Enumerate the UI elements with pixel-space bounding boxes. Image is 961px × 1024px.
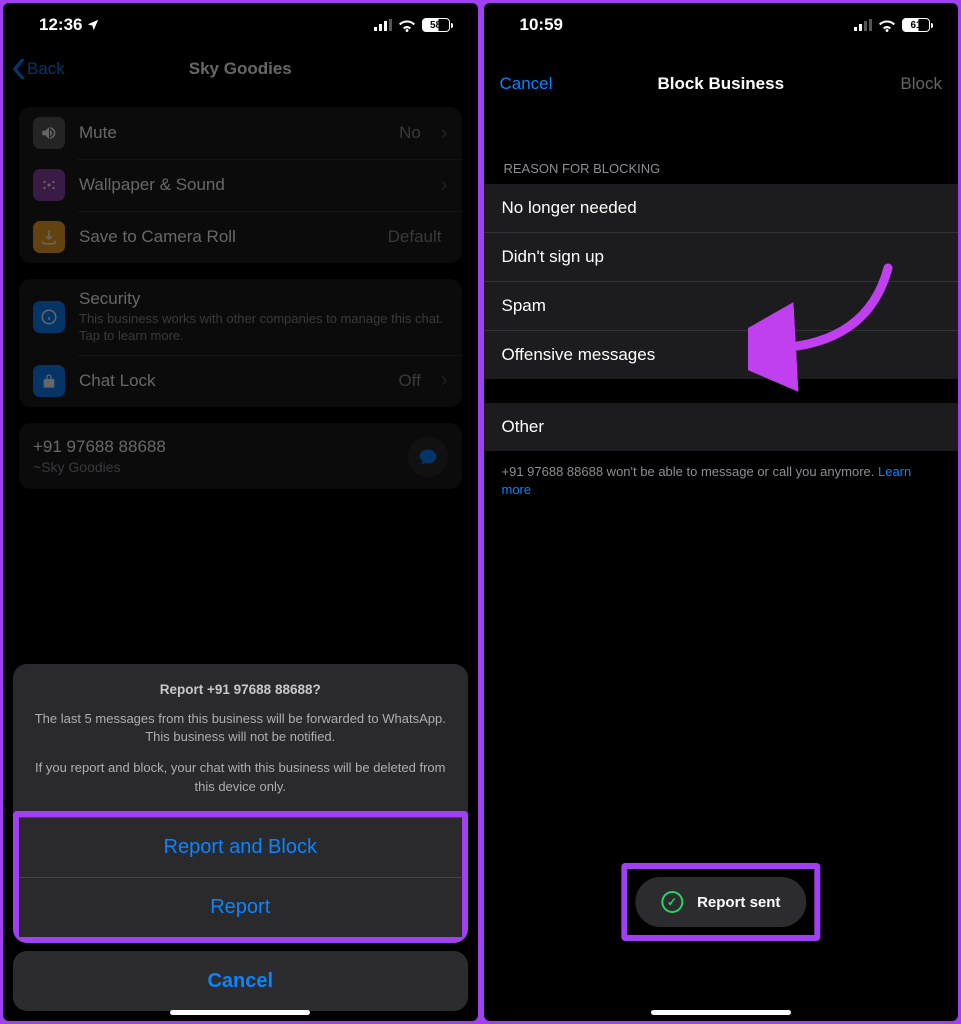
wifi-icon [878,19,896,32]
page-title: Sky Goodies [189,59,292,79]
clock: 10:59 [520,15,563,35]
contact-card[interactable]: +91 97688 88688 ~Sky Goodies [19,423,462,489]
location-icon [86,18,100,32]
chatlock-label: Chat Lock [79,371,384,391]
info-icon [33,301,65,333]
report-and-block-button[interactable]: Report and Block [19,817,462,877]
reason-didnt-sign-up[interactable]: Didn't sign up [484,232,959,281]
block-button[interactable]: Block [900,74,942,94]
back-button[interactable]: Back [11,58,65,80]
cellular-icon [374,19,392,31]
section-header: Reason for Blocking [484,133,959,184]
highlight-annotation: Report and Block Report [13,811,468,943]
row-chatlock[interactable]: Chat Lock Off › [19,355,462,407]
footer-body: +91 97688 88688 won't be able to message… [502,464,878,479]
toast-text: Report sent [697,894,780,911]
cancel-button[interactable]: Cancel [500,74,553,94]
report-button[interactable]: Report [19,877,462,937]
toast: ✓ Report sent [635,877,806,927]
battery-level: 58 [430,20,441,31]
nav-bar: Back Sky Goodies [3,47,478,91]
clock: 12:36 [39,15,82,35]
chevron-right-icon: › [441,174,448,197]
home-indicator[interactable] [651,1010,791,1015]
security-sub: This business works with other companies… [79,311,448,345]
page-title: Block Business [657,74,784,94]
chatlock-value: Off [398,371,420,391]
reason-other[interactable]: Other [484,403,959,451]
chevron-right-icon: › [441,369,448,392]
reason-offensive[interactable]: Offensive messages [484,330,959,379]
sheet-header: Report +91 97688 88688? The last 5 messa… [13,664,468,811]
phone-left: 12:36 58 Back Sky Goodies [3,3,478,1021]
battery-icon: 58 [422,18,450,32]
settings-group-2: Security This business works with other … [19,279,462,407]
speaker-icon [33,117,65,149]
wallpaper-icon [33,169,65,201]
settings-group-1: Mute No › Wallpaper & Sound › Save to Ca… [19,107,462,263]
contact-phone: +91 97688 88688 [33,437,448,457]
save-value: Default [388,227,442,247]
row-save-camera[interactable]: Save to Camera Roll Default [19,211,462,263]
contact-name: ~Sky Goodies [33,459,448,475]
footer-text: +91 97688 88688 won't be able to message… [484,451,959,511]
toast-highlight: ✓ Report sent [621,863,820,941]
reason-list: No longer needed Didn't sign up Spam Off… [484,184,959,379]
message-button[interactable] [408,437,448,477]
battery-level: 61 [910,20,921,31]
reason-other-list: Other [484,403,959,451]
mute-label: Mute [79,123,385,143]
home-indicator[interactable] [170,1010,310,1015]
cancel-button[interactable]: Cancel [13,951,468,1011]
sheet-body-2: If you report and block, your chat with … [33,759,448,797]
battery-icon: 61 [902,18,930,32]
phone-right: 10:59 61 Cancel Block Business Block Rea… [484,3,959,1021]
back-label: Back [27,59,65,79]
cellular-icon [854,19,872,31]
wifi-icon [398,19,416,32]
security-label: Security [79,289,448,309]
reason-spam[interactable]: Spam [484,281,959,330]
sheet-body-1: The last 5 messages from this business w… [33,710,448,748]
status-bar: 12:36 58 [3,3,478,47]
status-bar: 10:59 61 [484,3,959,47]
wallpaper-label: Wallpaper & Sound [79,175,427,195]
row-mute[interactable]: Mute No › [19,107,462,159]
lock-icon [33,365,65,397]
check-icon: ✓ [661,891,683,913]
reason-no-longer-needed[interactable]: No longer needed [484,184,959,232]
row-wallpaper[interactable]: Wallpaper & Sound › [19,159,462,211]
save-label: Save to Camera Roll [79,227,374,247]
nav-bar: Cancel Block Business Block [484,55,959,113]
row-security[interactable]: Security This business works with other … [19,279,462,355]
action-sheet: Report +91 97688 88688? The last 5 messa… [13,664,468,1011]
chevron-right-icon: › [441,122,448,145]
sheet-title: Report +91 97688 88688? [33,680,448,700]
mute-value: No [399,123,421,143]
save-icon [33,221,65,253]
